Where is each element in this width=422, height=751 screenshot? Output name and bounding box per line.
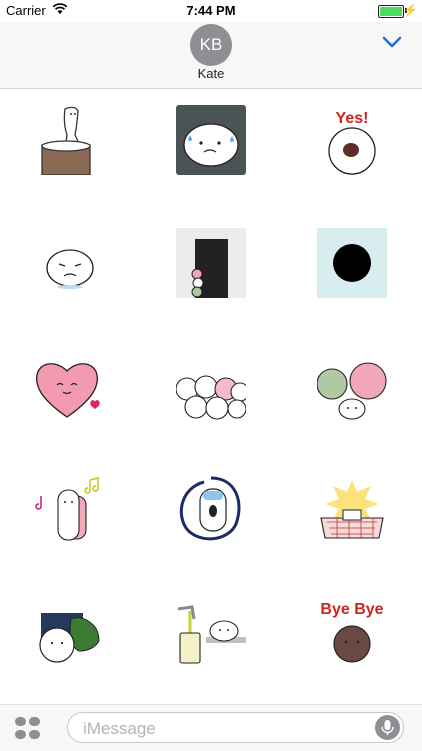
- sticker-mochi-yes-bean[interactable]: Yes!: [317, 105, 387, 175]
- sticker-mochi-sweating-dark-square[interactable]: [176, 105, 246, 175]
- sticker-mochi-peeking-door[interactable]: [176, 228, 246, 298]
- sticker-caption-yes: Yes!: [336, 110, 369, 127]
- sticker-pink-heart-face[interactable]: [35, 351, 105, 421]
- sticker-cell: [141, 458, 281, 581]
- sticker-caption-bye-bye: Bye Bye: [320, 601, 383, 618]
- sticker-cell: [0, 581, 140, 704]
- sticker-cell: Bye Bye: [282, 581, 422, 704]
- sticker-bye-bye-bean[interactable]: Bye Bye: [317, 597, 387, 667]
- charging-bolt-icon: ⚡: [403, 3, 418, 17]
- message-input[interactable]: [81, 717, 375, 741]
- sticker-cell: [141, 212, 281, 335]
- sticker-cell: [282, 212, 422, 335]
- sticker-black-hole-square[interactable]: [317, 228, 387, 298]
- sticker-grid: Yes! Bye Bye: [0, 89, 422, 704]
- sticker-cell: [0, 212, 140, 335]
- sticker-mochi-scream-swirl[interactable]: [176, 474, 246, 544]
- status-bar: Carrier 7:44 PM ⚡: [0, 0, 422, 22]
- sticker-mochi-crying[interactable]: [35, 228, 105, 298]
- sticker-cell: [0, 335, 140, 458]
- battery-icon: [378, 5, 404, 18]
- contact-name[interactable]: Kate: [0, 66, 422, 81]
- sticker-mochi-grill-burst[interactable]: [317, 474, 387, 544]
- microphone-icon[interactable]: [375, 715, 400, 740]
- compose-bar: [0, 704, 422, 751]
- sticker-mochi-leaf-card[interactable]: [35, 597, 105, 667]
- sticker-mochi-tea-pour[interactable]: [176, 597, 246, 667]
- sticker-green-pink-mochi-trio[interactable]: [317, 351, 387, 421]
- sticker-mochi-crowd[interactable]: [176, 351, 246, 421]
- app-drawer-icon[interactable]: [14, 715, 42, 741]
- avatar[interactable]: KB: [190, 24, 232, 66]
- sticker-cell: [282, 458, 422, 581]
- sticker-cell: [0, 89, 140, 212]
- sticker-cell: Yes!: [282, 89, 422, 212]
- message-field: [67, 712, 404, 743]
- chevron-down-icon[interactable]: [382, 32, 402, 52]
- sticker-cell: [282, 335, 422, 458]
- sticker-cell: [141, 89, 281, 212]
- sticker-cell: [141, 581, 281, 704]
- sticker-cell: [0, 458, 140, 581]
- clock: 7:44 PM: [186, 3, 236, 18]
- sticker-cell: [141, 335, 281, 458]
- sticker-mochi-pounding-mortar[interactable]: [35, 105, 105, 175]
- conversation-header: KB Kate: [0, 22, 422, 89]
- sticker-mochi-music-notes[interactable]: [35, 474, 105, 544]
